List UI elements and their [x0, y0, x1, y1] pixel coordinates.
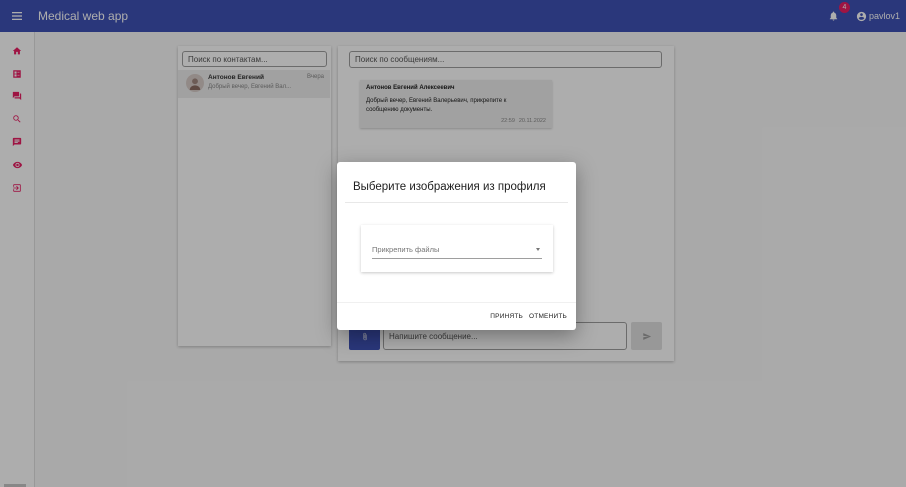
accept-button[interactable]: ПРИНЯТЬ	[490, 313, 523, 320]
dialog-title: Выберите изображения из профиля	[353, 181, 546, 193]
cancel-button[interactable]: ОТМЕНИТЬ	[529, 313, 567, 320]
dialog-content-card: Прикрепить файлы	[361, 225, 553, 272]
dropdown-arrow-icon	[536, 248, 540, 251]
select-placeholder: Прикрепить файлы	[372, 245, 440, 254]
select-images-dialog: Выберите изображения из профиля Прикрепи…	[337, 162, 576, 330]
divider	[337, 302, 576, 303]
divider	[345, 202, 568, 203]
attach-files-select[interactable]: Прикрепить файлы	[372, 245, 542, 259]
dialog-actions: ПРИНЯТЬ ОТМЕНИТЬ	[490, 313, 567, 320]
